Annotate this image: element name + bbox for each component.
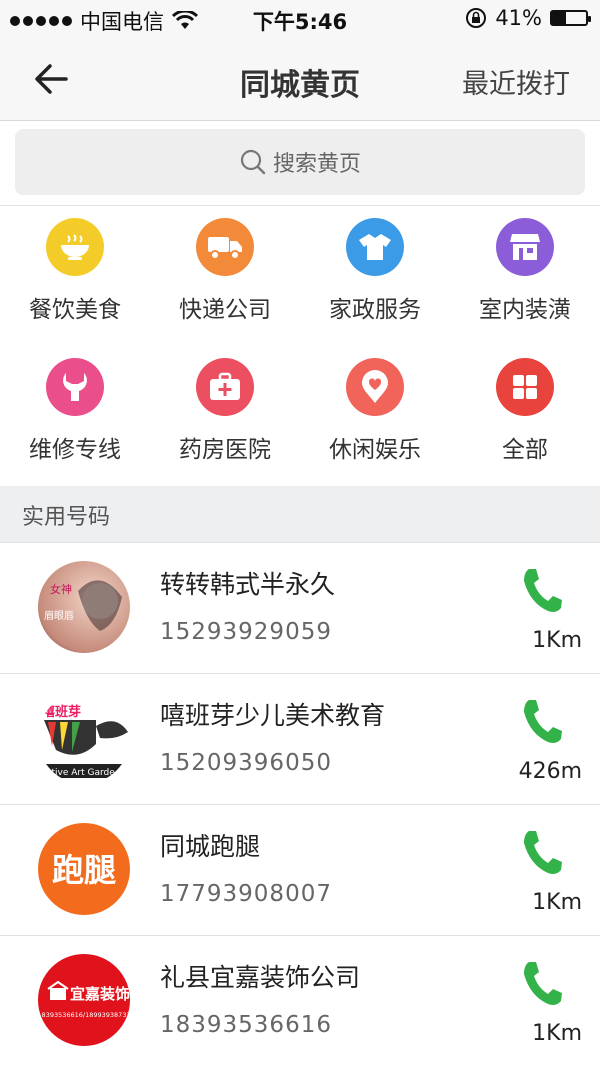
battery-percent: 41% (495, 6, 542, 30)
business-name: 同城跑腿 (160, 832, 261, 861)
business-logo: 跑腿 (38, 823, 130, 915)
grid-icon (496, 358, 554, 416)
phone-number: 15209396050 (160, 750, 332, 776)
category-label: 药房医院 (179, 437, 271, 463)
status-right: 41% (465, 6, 591, 30)
category-label: 室内装潢 (479, 297, 571, 323)
bowl-icon (46, 218, 104, 276)
business-name: 礼县宜嘉装饰公司 (160, 963, 361, 992)
category-label: 家政服务 (329, 297, 421, 323)
logo-text: 18393536616/18993938732 (38, 1011, 130, 1019)
search-placeholder: 搜索黄页 (272, 152, 361, 177)
business-name: 嘻班芽少儿美术教育 (160, 701, 386, 730)
phone-number: 18393536616 (160, 1012, 332, 1038)
phone-call-icon[interactable] (520, 958, 564, 1010)
category-grid: 餐饮美食 快递公司 家政服务 室内装潢 维修专线 药房医院 休闲娱乐 全部 (0, 206, 600, 486)
category-food[interactable]: 餐饮美食 (0, 218, 150, 324)
category-all[interactable]: 全部 (450, 358, 600, 464)
phone-call-icon[interactable] (520, 696, 564, 748)
truck-icon (196, 218, 254, 276)
phone-number: 17793908007 (160, 881, 332, 907)
distance-label: 1Km (532, 1021, 582, 1046)
section-title: 实用号码 (22, 505, 111, 530)
logo-text: 跑腿 (52, 851, 116, 889)
category-label: 餐饮美食 (29, 297, 121, 323)
search-area: 搜索黄页 (0, 121, 600, 206)
wrench-icon (46, 358, 104, 416)
heart-pin-icon (346, 358, 404, 416)
logo-text: 女神 (50, 582, 72, 596)
category-housekeeping[interactable]: 家政服务 (300, 218, 450, 324)
recent-calls-button[interactable]: 最近拨打 (462, 62, 570, 101)
list-item[interactable]: 嘻班芽 ative Art Garde 嘻班芽少儿美术教育 1520939605… (0, 673, 600, 804)
category-medical[interactable]: 药房医院 (150, 358, 300, 464)
list-item[interactable]: 女神 眉眼唇 转转韩式半永久 15293929059 1Km (0, 542, 600, 673)
logo-text: 眉眼唇 (44, 610, 74, 622)
category-label: 快递公司 (179, 297, 271, 323)
phone-call-icon[interactable] (520, 827, 564, 879)
phone-number: 15293929059 (160, 619, 332, 645)
business-logo: 嘻班芽 ative Art Garde (38, 692, 130, 784)
battery-fill (552, 12, 566, 24)
logo-text: 宜嘉装饰 (70, 985, 130, 1003)
battery-icon (550, 10, 591, 26)
logo-text: 嘻班芽 (42, 704, 81, 720)
category-label: 维修专线 (29, 437, 121, 463)
category-leisure[interactable]: 休闲娱乐 (300, 358, 450, 464)
search-input[interactable]: 搜索黄页 (15, 129, 585, 195)
category-label: 全部 (502, 437, 548, 463)
status-bar: 中国电信 下午5:46 41% (0, 0, 600, 38)
category-repair[interactable]: 维修专线 (0, 358, 150, 464)
rotation-lock-icon (466, 8, 487, 28)
nav-bar: 同城黄页 最近拨打 (0, 38, 600, 121)
section-header: 实用号码 (0, 486, 600, 542)
phone-call-icon[interactable] (520, 565, 564, 617)
storefront-icon (496, 218, 554, 276)
list-item[interactable]: 宜嘉装饰 18393536616/18993938732 礼县宜嘉装饰公司 18… (0, 935, 600, 1066)
category-label: 休闲娱乐 (329, 437, 421, 463)
business-name: 转转韩式半永久 (160, 570, 336, 599)
category-decoration[interactable]: 室内装潢 (450, 218, 600, 324)
logo-text: ative Art Garde (46, 768, 115, 778)
distance-label: 1Km (532, 890, 582, 915)
category-express[interactable]: 快递公司 (150, 218, 300, 324)
shirt-icon (346, 218, 404, 276)
list-item[interactable]: 跑腿 同城跑腿 17793908007 1Km (0, 804, 600, 935)
business-logo: 宜嘉装饰 18393536616/18993938732 (38, 954, 130, 1046)
search-icon (240, 149, 266, 175)
business-logo: 女神 眉眼唇 (38, 561, 130, 653)
distance-label: 1Km (532, 628, 582, 653)
distance-label: 426m (518, 759, 582, 784)
medkit-icon (196, 358, 254, 416)
